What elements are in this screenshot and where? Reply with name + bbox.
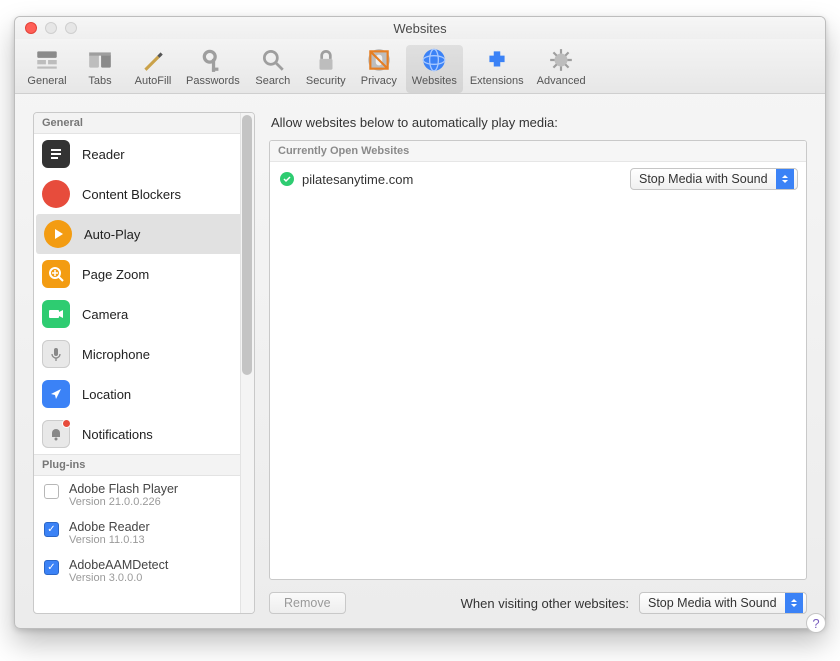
tabs-icon [87,47,113,73]
sidebar-scroll[interactable]: General Reader Content Blockers [34,113,254,613]
remove-button[interactable]: Remove [269,592,346,614]
plugin-item-reader[interactable]: Adobe Reader Version 11.0.13 [34,514,254,552]
default-setting-select[interactable]: Stop Media with Sound [639,592,807,614]
tab-advanced[interactable]: Advanced [531,45,592,93]
plugin-checkbox[interactable] [44,484,59,499]
autofill-icon [140,47,166,73]
plugin-checkbox[interactable] [44,560,59,575]
main-panel: Allow websites below to automatically pl… [269,112,807,614]
plugin-item-flash[interactable]: Adobe Flash Player Version 21.0.0.226 [34,476,254,514]
sidebar-scrollbar[interactable] [240,113,254,613]
select-arrow-icon [785,593,803,613]
reader-icon [42,140,70,168]
tab-tabs[interactable]: Tabs [74,45,126,93]
footer-row: Remove When visiting other websites: Sto… [269,592,807,614]
sidebar-header-general: General [34,113,254,134]
security-icon [313,47,339,73]
sidebar-header-plugins: Plug-ins [34,454,254,476]
passwords-icon [200,47,226,73]
sidebar-item-location[interactable]: Location [34,374,254,414]
tab-security[interactable]: Security [300,45,352,93]
extensions-icon [484,47,510,73]
privacy-icon [366,47,392,73]
tab-privacy[interactable]: Privacy [353,45,405,93]
window-title: Websites [15,21,825,36]
plugin-item-aamdetect[interactable]: AdobeAAMDetect Version 3.0.0.0 [34,552,254,590]
site-setting-select[interactable]: Stop Media with Sound [630,168,798,190]
sidebar-item-auto-play[interactable]: Auto-Play [36,214,252,254]
content-blockers-icon [42,180,70,208]
plugin-checkbox[interactable] [44,522,59,537]
tab-search[interactable]: Search [247,45,299,93]
location-icon [42,380,70,408]
notifications-badge [62,419,71,428]
page-zoom-icon [42,260,70,288]
sidebar-item-reader[interactable]: Reader [34,134,254,174]
tab-extensions[interactable]: Extensions [464,45,530,93]
titlebar: Websites [15,17,825,39]
search-icon [260,47,286,73]
tab-autofill[interactable]: AutoFill [127,45,179,93]
camera-icon [42,300,70,328]
advanced-icon [548,47,574,73]
websites-icon [421,47,447,73]
microphone-icon [42,340,70,368]
content-area: General Reader Content Blockers [15,94,825,628]
help-button[interactable]: ? [806,613,826,629]
tab-general[interactable]: General [21,45,73,93]
sidebar-scrollbar-thumb[interactable] [242,115,252,375]
sidebar-item-page-zoom[interactable]: Page Zoom [34,254,254,294]
tab-passwords[interactable]: Passwords [180,45,246,93]
tab-websites[interactable]: Websites [406,45,463,93]
sidebar-item-content-blockers[interactable]: Content Blockers [34,174,254,214]
general-icon [34,47,60,73]
sidebar-item-microphone[interactable]: Microphone [34,334,254,374]
website-row[interactable]: pilatesanytime.com Stop Media with Sound [270,162,806,196]
select-arrow-icon [776,169,794,189]
auto-play-icon [44,220,72,248]
list-header: Currently Open Websites [270,141,806,162]
sidebar-item-notifications[interactable]: Notifications [34,414,254,454]
preferences-window: Websites General Tabs AutoFill Passwords [14,16,826,629]
site-status-icon [280,172,294,186]
default-setting-label: When visiting other websites: [461,596,629,611]
notifications-icon [42,420,70,448]
site-domain: pilatesanytime.com [302,172,413,187]
panel-header: Allow websites below to automatically pl… [271,115,807,130]
website-list: Currently Open Websites pilatesanytime.c… [269,140,807,580]
prefs-toolbar: General Tabs AutoFill Passwords Search [15,39,825,94]
sidebar-item-camera[interactable]: Camera [34,294,254,334]
sidebar: General Reader Content Blockers [33,112,255,614]
